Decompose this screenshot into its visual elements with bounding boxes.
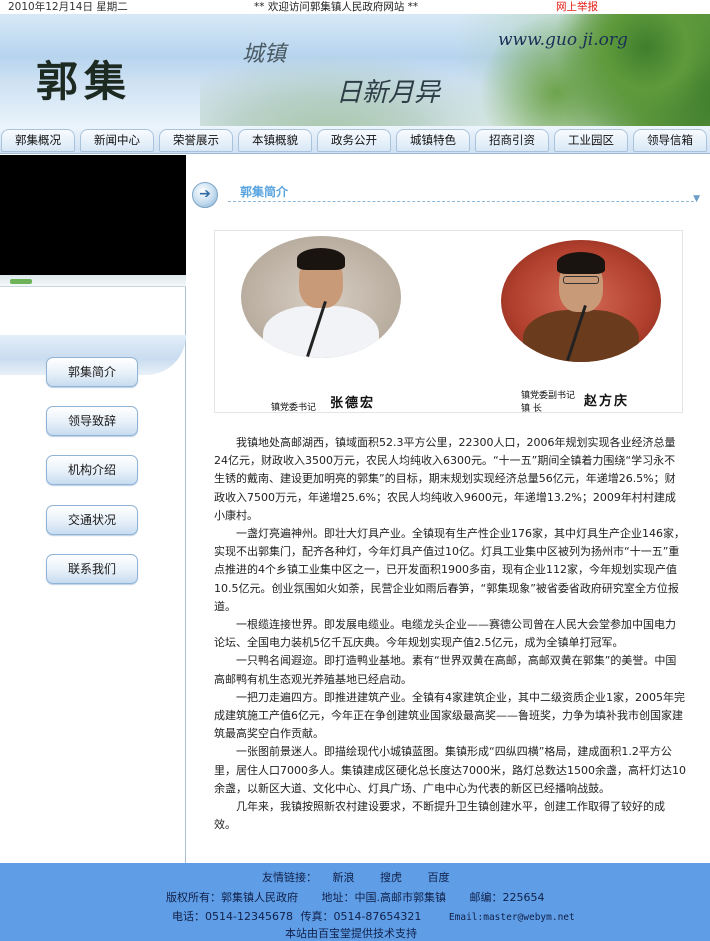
- friend-link-baidu[interactable]: 百度: [428, 871, 450, 884]
- sidebar-item-contact[interactable]: 联系我们: [46, 554, 138, 584]
- intro-article: 我镇地处高邮湖西，镇域面积52.3平方公里，22300人口，2006年规划实现各…: [214, 434, 686, 834]
- leader-left-role: 镇党委书记: [271, 403, 317, 413]
- nav-item-features[interactable]: 城镇特色: [396, 129, 470, 152]
- friend-links-row: 友情链接： 新浪 搜虎 百度: [262, 869, 450, 885]
- chevron-down-icon: ▼: [693, 194, 700, 204]
- nav-item-leader-mailbox[interactable]: 领导信箱: [633, 129, 707, 152]
- nav-item-honors[interactable]: 荣誉展示: [159, 129, 233, 152]
- welcome-message: ** 欢迎访问郭集镇人民政府网站 **: [254, 1, 419, 13]
- banner-slogan-part2: 日新月异: [336, 78, 441, 108]
- online-report-link[interactable]: 网上举报: [556, 0, 598, 14]
- top-info-bar: 2010年12月14日 星期二 ** 欢迎访问郭集镇人民政府网站 ** 网上举报: [0, 0, 710, 14]
- site-banner: 郭集 城镇 日新月异 www.guo ji.org: [0, 14, 710, 126]
- sidebar-item-traffic[interactable]: 交通状况: [46, 505, 138, 535]
- nav-item-investment[interactable]: 招商引资: [475, 129, 549, 152]
- friend-links-label: 友情链接：: [262, 871, 317, 884]
- section-header: ➔ 郭集简介 ▼: [192, 180, 700, 208]
- sidebar-item-guoji-intro[interactable]: 郭集简介: [46, 357, 138, 387]
- footer-fax: 传真：0514-87654321: [300, 910, 422, 923]
- leader-portrait-right: [501, 240, 661, 362]
- nav-item-town-view[interactable]: 本镇概貌: [238, 129, 312, 152]
- sidebar-item-organization[interactable]: 机构介绍: [46, 455, 138, 485]
- banner-slogan-part1: 城镇: [242, 42, 287, 67]
- site-footer: 友情链接： 新浪 搜虎 百度 版权所有：郭集镇人民政府 地址：中国.高邮市郭集镇…: [0, 863, 710, 941]
- footer-info-row: 版权所有：郭集镇人民政府 地址：中国.高邮市郭集镇 邮编：225654: [166, 889, 545, 905]
- leaders-photo-panel: 镇党委书记 张德宏 镇党委副书记 镇 长 赵方庆: [214, 230, 683, 414]
- leader-right-role-line2: 镇 长: [521, 404, 542, 414]
- nav-item-overview[interactable]: 郭集概况: [1, 129, 75, 152]
- article-paragraph: 一只鸭名闻遐迩。即打造鸭业基地。素有“世界双黄在高邮，高邮双黄在郭集”的美誉。中…: [214, 654, 677, 686]
- leader-left-name: 张德宏: [330, 396, 376, 411]
- footer-contact-row: 电话：0514-12345678 传真：0514-87654321 Email:…: [172, 908, 575, 924]
- leader-right-role-line1: 镇党委副书记: [521, 391, 576, 401]
- article-paragraph: 一张图前景迷人。即描绘现代小城镇蓝图。集镇形成“四纵四横”格局，建成面积1.2平…: [214, 745, 686, 795]
- nav-item-public-affairs[interactable]: 政务公开: [317, 129, 391, 152]
- footer-phone: 电话：0514-12345678: [172, 910, 293, 923]
- main-nav: 郭集概况 新闻中心 荣誉展示 本镇概貌 政务公开 城镇特色 招商引资 工业园区 …: [0, 126, 710, 154]
- article-paragraph: 一把刀走遍四方。即推进建筑产业。全镇有4家建筑企业，其中二级资质企业1家，200…: [214, 690, 685, 741]
- footer-copyright: 版权所有：郭集镇人民政府: [166, 891, 298, 904]
- leader-right-name: 赵方庆: [584, 394, 630, 409]
- friend-link-sohu[interactable]: 搜虎: [380, 871, 402, 884]
- banner-url: www.guo ji.org: [498, 30, 628, 50]
- section-title: 郭集简介: [240, 185, 289, 199]
- sidebar-item-leader-speech[interactable]: 领导致辞: [46, 406, 138, 436]
- current-date: 2010年12月14日 星期二: [8, 1, 128, 13]
- leader-portrait-left: [241, 236, 401, 358]
- footer-postcode: 邮编：225654: [469, 891, 545, 904]
- footer-support: 本站由百宝堂提供技术支持: [285, 927, 417, 940]
- video-player[interactable]: [0, 155, 186, 275]
- nav-item-news[interactable]: 新闻中心: [80, 129, 154, 152]
- article-paragraph: 我镇地处高邮湖西，镇域面积52.3平方公里，22300人口，2006年规划实现各…: [214, 436, 676, 522]
- footer-email[interactable]: Email:master@webym.net: [449, 912, 575, 923]
- site-logo: 郭集: [36, 57, 133, 106]
- article-paragraph: 几年来，我镇按照新农村建设要求，不断提升卫生镇创建水平，创建工作取得了较好的成效…: [214, 800, 665, 832]
- arrow-right-icon: ➔: [192, 182, 218, 208]
- nav-item-industrial-park[interactable]: 工业园区: [554, 129, 628, 152]
- article-paragraph: 一盏灯亮遍神州。即壮大灯具产业。全镇现有生产性企业176家，其中灯具生产企业14…: [214, 527, 685, 613]
- friend-link-sina[interactable]: 新浪: [333, 871, 355, 884]
- article-paragraph: 一根缆连接世界。即发展电缆业。电缆龙头企业——赛德公司曾在人民大会堂参加中国电力…: [214, 618, 676, 650]
- footer-address: 地址：中国.高邮市郭集镇: [321, 891, 447, 904]
- section-divider: [228, 201, 694, 202]
- video-progress-handle[interactable]: [10, 279, 32, 284]
